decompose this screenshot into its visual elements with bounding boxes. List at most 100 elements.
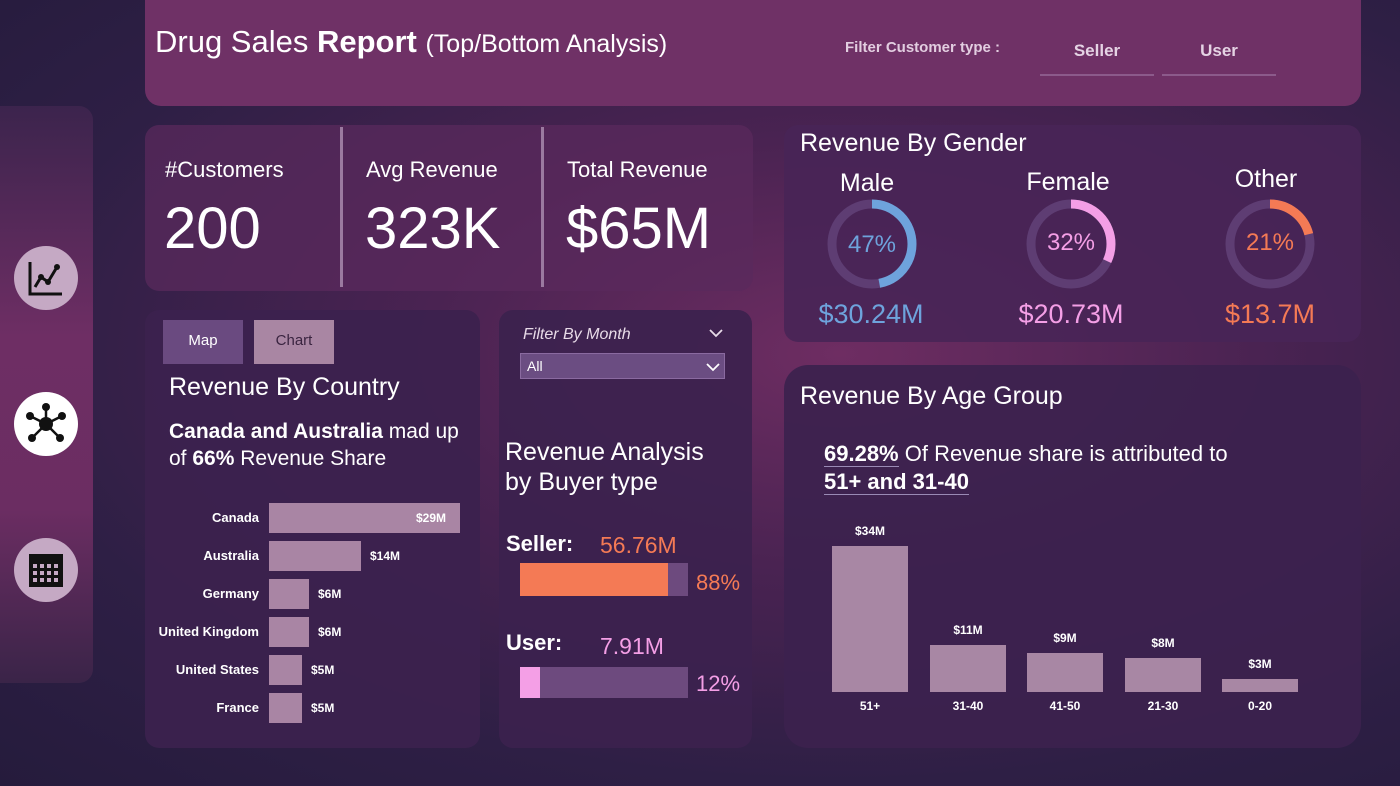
country-bar-value: $14M [370, 549, 401, 563]
age-bar-category: 31-40 [952, 699, 984, 713]
kpi-customers-label: #Customers [165, 157, 284, 182]
gender-label-male: Male [839, 169, 895, 197]
insight-countries: Canada and Australia [169, 420, 383, 443]
kpi-total-revenue-value: $65M [566, 196, 712, 261]
age-bar-value: $3M [1248, 657, 1272, 671]
insight-pct: 66% [192, 447, 235, 470]
gender-label-female: Female [1026, 168, 1110, 196]
chevron-down-icon [706, 363, 720, 372]
revenue-by-buyer-panel: Filter By Month All Revenue Analysis by … [499, 310, 752, 748]
title-bold: Report [316, 24, 417, 59]
gender-value-other: $13.7M [1224, 299, 1316, 329]
age-bar[interactable] [1027, 653, 1103, 692]
filter-user-button[interactable]: User [1162, 28, 1276, 76]
age-bar[interactable] [1125, 658, 1201, 692]
country-bar-value: $5M [311, 663, 335, 677]
panel-title: Revenue By Country [169, 373, 400, 401]
user-pct: 12% [696, 671, 741, 696]
country-bar-label: France [216, 700, 259, 715]
tab-chart[interactable]: Chart [254, 320, 334, 364]
kpi-customers-value: 200 [164, 196, 261, 261]
country-bar-label: United Kingdom [158, 624, 259, 639]
age-bar-category: 21-30 [1147, 699, 1179, 713]
kpi-total-revenue-label: Total Revenue [567, 157, 708, 182]
panel-title: Revenue By Gender [800, 129, 1027, 157]
gender-pct-other: 21% [1245, 229, 1295, 256]
gender-value-female: $20.73M [1018, 299, 1124, 329]
seller-bar-track [520, 563, 688, 596]
month-select-value: All [527, 358, 543, 374]
country-bar[interactable] [269, 579, 309, 609]
line-chart-icon [28, 262, 62, 296]
country-bar-label: Canada [212, 510, 259, 525]
kpi-avg-revenue-value: 323K [365, 196, 501, 261]
panel-title: Revenue Analysis by Buyer type [505, 437, 704, 497]
revenue-by-gender-panel: Revenue By Gender Male 47% $30.24M Femal… [784, 125, 1361, 342]
revenue-by-age-panel: Revenue By Age Group 69.28% Of Revenue s… [784, 365, 1361, 748]
kpi-cards: #Customers 200 Avg Revenue 323K Total Re… [145, 125, 753, 291]
title-subtitle: (Top/Bottom Analysis) [425, 30, 668, 58]
country-bar-value: $6M [318, 625, 342, 639]
country-bar-value: $5M [311, 701, 335, 715]
seller-pct: 88% [696, 570, 741, 595]
age-bar-value: $34M [854, 524, 886, 538]
filter-customer-type-label: Filter Customer type : [845, 39, 1001, 56]
gender-pct-male: 47% [847, 231, 897, 258]
seller-bar-fill [520, 563, 668, 596]
tab-map[interactable]: Map [163, 320, 243, 364]
user-label: User: [506, 630, 563, 655]
panel-title: Revenue By Age Group [800, 382, 1063, 410]
country-bar[interactable] [269, 655, 302, 685]
gender-value-male: $30.24M [818, 299, 924, 329]
country-insight: Canada and Australia mad up of 66% Reven… [169, 418, 469, 472]
country-bar-label: Australia [203, 548, 259, 563]
age-bar-chart: $34M 51+ $11M 31-40 $9M 41-50 $8M 21-30 $3M 0-20 [784, 515, 1361, 725]
age-bar-category: 0-20 [1247, 699, 1273, 713]
page-title: Drug Sales Report (Top/Bottom Analysis) [155, 24, 667, 60]
month-select[interactable]: All [520, 353, 725, 379]
age-bar[interactable] [930, 645, 1006, 692]
age-bar[interactable] [1222, 679, 1298, 692]
title-line-2: by Buyer type [505, 468, 658, 496]
sidebar [0, 106, 93, 683]
country-bar[interactable] [269, 693, 302, 723]
kpi-avg-revenue-label: Avg Revenue [366, 157, 498, 182]
insight-pct: 69.28% [824, 441, 899, 467]
user-bar-track [520, 667, 688, 698]
country-bar-chart: Canada $29M Australia $14M Germany $6M United … [145, 495, 480, 735]
age-bar-value: $8M [1151, 636, 1175, 650]
kpi-divider [541, 127, 544, 287]
insight-text: Of Revenue share is attributed to [898, 441, 1228, 466]
age-bar-category: 51+ [859, 699, 881, 713]
kpi-divider [340, 127, 343, 287]
country-bar[interactable] [269, 617, 309, 647]
title-main: Drug Sales [155, 24, 317, 59]
title-line-1: Revenue Analysis [505, 438, 704, 466]
insight-text-end: Revenue Share [234, 447, 387, 470]
seller-label: Seller: [506, 531, 574, 556]
country-bar-value: $6M [318, 587, 342, 601]
country-bar-value: $29M [416, 511, 447, 525]
age-bar-category: 41-50 [1049, 699, 1081, 713]
age-insight: 69.28% Of Revenue share is attributed to… [824, 440, 1344, 496]
seller-value: 56.76M [600, 532, 677, 558]
gender-pct-female: 32% [1046, 229, 1096, 256]
age-bar-value: $9M [1053, 631, 1077, 645]
filter-seller-button[interactable]: Seller [1040, 28, 1154, 76]
filter-month-label: Filter By Month [523, 326, 631, 343]
sidebar-item-calendar[interactable] [14, 538, 78, 602]
user-bar-fill [520, 667, 541, 698]
country-bar-label: United States [175, 662, 259, 677]
country-bar[interactable] [269, 541, 361, 571]
network-icon [26, 403, 66, 442]
revenue-by-country-panel: Map Chart Revenue By Country Canada and … [145, 310, 480, 748]
gender-label-other: Other [1234, 165, 1298, 193]
header-bar: Drug Sales Report (Top/Bottom Analysis) … [145, 0, 1361, 106]
sidebar-item-network[interactable] [14, 392, 78, 456]
user-value: 7.91M [600, 633, 664, 659]
sidebar-item-analytics[interactable] [14, 246, 78, 310]
chevron-down-icon[interactable] [709, 328, 723, 338]
age-bar-value: $11M [953, 623, 983, 637]
age-bar[interactable] [832, 546, 908, 692]
insight-groups: 51+ and 31-40 [824, 469, 969, 495]
